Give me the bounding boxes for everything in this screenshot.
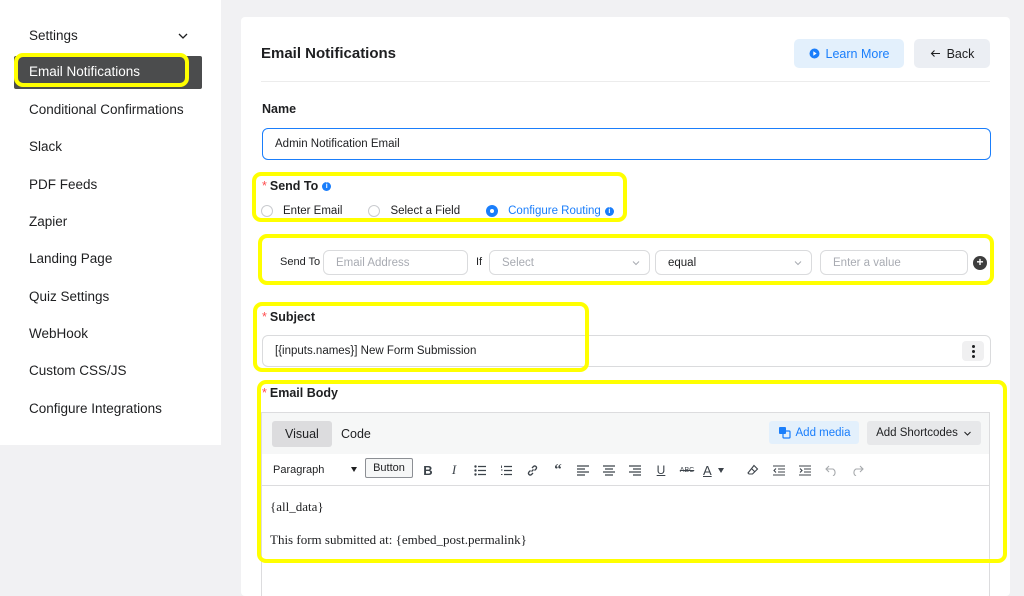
routing-email-placeholder: Email Address [336, 256, 410, 269]
sidebar: Settings Email Notifications Conditional… [0, 0, 221, 445]
routing-email-input[interactable]: Email Address [323, 250, 468, 275]
sidebar-item-webhook[interactable]: WebHook [29, 324, 88, 344]
subject-label-text: Subject [269, 310, 316, 324]
format-value: Paragraph [273, 464, 325, 476]
radio-enter-email-label[interactable]: Enter Email [283, 205, 342, 217]
divider [261, 81, 990, 82]
routing-field-placeholder: Select [502, 256, 534, 269]
sidebar-item-quiz-settings[interactable]: Quiz Settings [29, 287, 109, 307]
sidebar-item-custom-css-js[interactable]: Custom CSS/JS [29, 361, 127, 381]
required-mark: * [262, 386, 267, 400]
add-media-button[interactable]: Add media [769, 421, 859, 444]
subject-value: [{inputs.names}] New Form Submission [275, 345, 477, 357]
editor-toolbar: Paragraph Button B I “ U ABC A [262, 454, 989, 486]
tab-code[interactable]: Code [328, 421, 384, 447]
required-mark: * [262, 179, 267, 193]
sidebar-item-pdf-feeds[interactable]: PDF Feeds [29, 175, 97, 195]
routing-value-placeholder: Enter a value [833, 256, 901, 269]
sidebar-item-landing-page[interactable]: Landing Page [29, 249, 112, 269]
routing-operator-select[interactable]: equal [655, 250, 812, 275]
radio-select-field-label[interactable]: Select a Field [390, 205, 460, 217]
more-options-icon[interactable] [962, 341, 984, 361]
name-value: Admin Notification Email [275, 138, 400, 150]
editor-content-line[interactable]: {all_data} [270, 499, 324, 515]
radio-configure-routing-label[interactable]: Configure Routing [508, 205, 601, 217]
sidebar-item-configure-integrations[interactable]: Configure Integrations [29, 399, 162, 419]
back-button[interactable]: Back [914, 39, 990, 68]
subject-label: * Subject [262, 310, 315, 324]
add-shortcodes-label: Add Shortcodes [876, 427, 958, 439]
add-rule-icon[interactable]: + [973, 256, 987, 270]
underline-icon[interactable]: U [652, 461, 670, 479]
sidebar-item-email-notifications[interactable]: Email Notifications [14, 56, 202, 89]
email-body-editor: Visual Code Add media Add Shortcodes Par… [261, 412, 990, 596]
email-body-label-text: Email Body [269, 386, 338, 400]
back-label: Back [946, 46, 975, 61]
tab-visual[interactable]: Visual [272, 421, 332, 447]
required-mark: * [262, 310, 267, 324]
arrow-left-icon [930, 50, 940, 57]
subject-field[interactable]: [{inputs.names}] New Form Submission [262, 335, 991, 367]
italic-icon[interactable]: I [445, 461, 463, 479]
strikethrough-icon[interactable]: ABC [678, 461, 696, 479]
radio-configure-routing[interactable] [486, 205, 499, 217]
routing-send-to-label: Send To [280, 256, 321, 268]
indent-icon[interactable] [796, 461, 814, 479]
send-to-label: * Send To i [262, 179, 332, 193]
blockquote-icon[interactable]: “ [549, 461, 567, 479]
info-icon: i [604, 206, 614, 216]
undo-icon[interactable] [822, 461, 840, 479]
page-title: Email Notifications [261, 45, 397, 62]
outdent-icon[interactable] [770, 461, 788, 479]
align-left-icon[interactable] [574, 461, 592, 479]
add-media-label: Add media [795, 426, 851, 439]
send-to-radio-group: Enter Email Select a Field Configure Rou… [261, 205, 614, 217]
numbered-list-icon[interactable] [497, 461, 515, 479]
format-select[interactable]: Paragraph [267, 461, 361, 479]
editor-content-line[interactable]: This form submitted at: {embed_post.perm… [270, 532, 527, 548]
text-color-icon[interactable]: A [703, 461, 733, 479]
send-to-label-text: Send To [269, 179, 319, 193]
routing-value-input[interactable]: Enter a value [820, 250, 968, 275]
sidebar-item-zapier[interactable]: Zapier [29, 212, 67, 232]
sidebar-item-label: Email Notifications [29, 64, 141, 79]
bold-icon[interactable]: B [419, 461, 437, 479]
chevron-down-icon [632, 261, 640, 266]
add-shortcodes-button[interactable]: Add Shortcodes [867, 421, 981, 445]
chevron-down-icon [964, 431, 971, 436]
routing-operator-value: equal [668, 256, 697, 269]
routing-if-label: If [476, 256, 483, 268]
routing-field-select[interactable]: Select [489, 250, 650, 275]
media-icon [778, 427, 791, 439]
align-center-icon[interactable] [600, 461, 618, 479]
bullet-list-icon[interactable] [471, 461, 489, 479]
info-icon: i [322, 182, 332, 192]
name-field[interactable]: Admin Notification Email [262, 128, 991, 160]
editor-header: Visual Code Add media Add Shortcodes [262, 413, 989, 454]
clear-formatting-icon[interactable] [744, 461, 762, 479]
sidebar-item-settings[interactable]: Settings [29, 26, 78, 46]
radio-select-field[interactable] [368, 205, 381, 217]
learn-more-label: Learn More [825, 46, 890, 61]
chevron-down-icon[interactable] [176, 29, 190, 43]
caret-down-icon [351, 467, 357, 472]
link-icon[interactable] [523, 461, 541, 479]
learn-more-button[interactable]: Learn More [794, 39, 904, 68]
align-right-icon[interactable] [626, 461, 644, 479]
sidebar-item-conditional-confirmations[interactable]: Conditional Confirmations [29, 100, 184, 120]
name-label: Name [262, 102, 297, 116]
insert-button-tool[interactable]: Button [365, 458, 413, 478]
sidebar-item-slack[interactable]: Slack [29, 137, 62, 157]
email-body-label: * Email Body [262, 386, 338, 400]
radio-enter-email[interactable] [261, 205, 273, 217]
play-circle-icon [809, 48, 820, 59]
chevron-down-icon [794, 261, 802, 266]
redo-icon[interactable] [848, 461, 866, 479]
